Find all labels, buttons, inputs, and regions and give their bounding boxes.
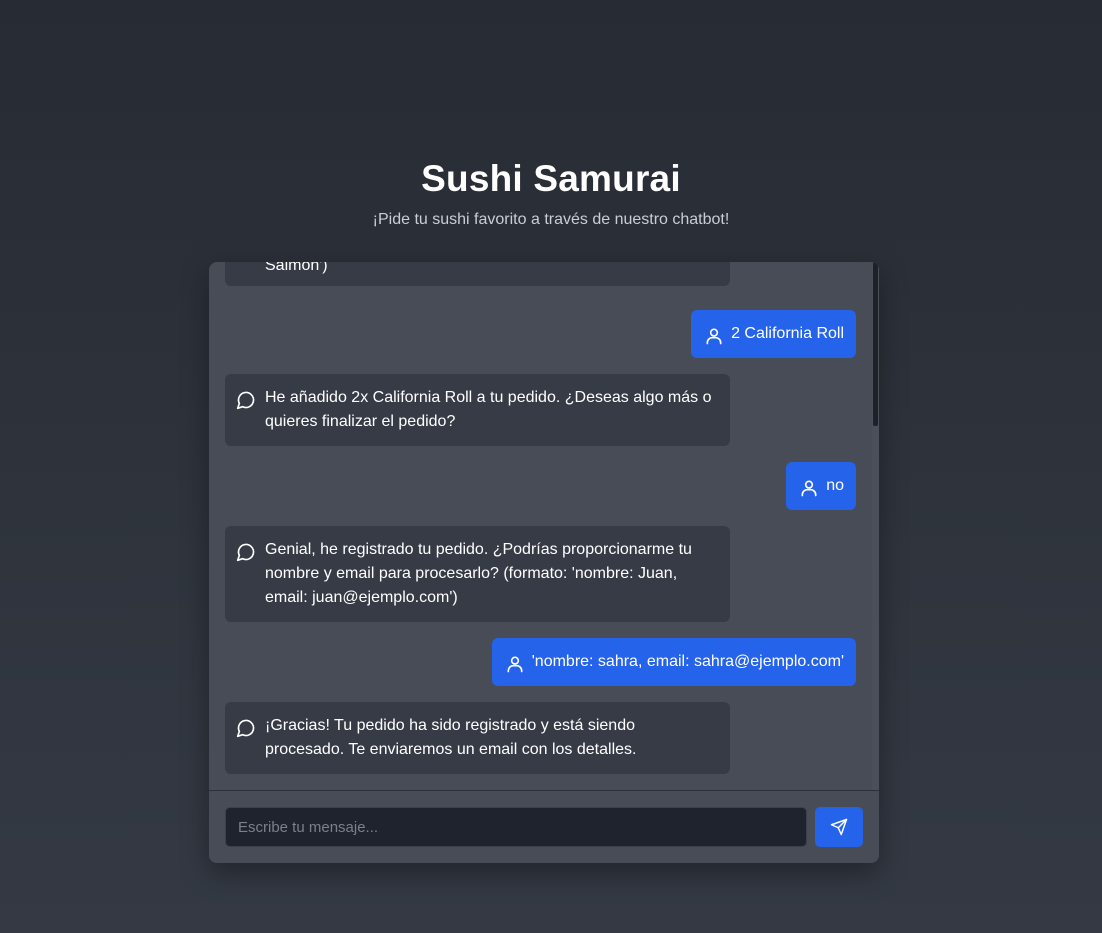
message-input[interactable] — [225, 807, 807, 847]
user-message: 'nombre: sahra, email: sahra@ejemplo.com… — [491, 638, 856, 686]
chat-bubble-icon — [236, 391, 255, 410]
user-icon — [706, 328, 722, 345]
user-icon — [801, 480, 817, 497]
bot-message: He añadido 2x California Roll a tu pedid… — [225, 374, 730, 446]
send-button[interactable] — [815, 807, 863, 847]
user-message: no — [786, 462, 856, 510]
scrollbar-thumb[interactable] — [873, 262, 878, 426]
user-message-text: 'nombre: sahra, email: sahra@ejemplo.com… — [531, 653, 844, 670]
chat-bubble-icon — [236, 719, 255, 738]
bot-message-text: Genial, he registrado tu pedido. ¿Podría… — [265, 541, 692, 606]
page-subtitle: ¡Pide tu sushi favorito a través de nues… — [372, 211, 730, 228]
user-message-text: 2 California Roll — [731, 325, 844, 342]
bot-message-text: He añadido 2x California Roll a tu pedid… — [265, 389, 712, 430]
user-message: 2 California Roll — [691, 310, 856, 358]
page-header: Sushi Samurai ¡Pide tu sushi favorito a … — [0, 157, 1102, 230]
message-list[interactable]: Salmón') 2 California Roll He añadido 2x… — [209, 262, 879, 790]
bot-message-text: Salmón') — [265, 262, 328, 274]
bot-message-text: ¡Gracias! Tu pedido ha sido registrado y… — [265, 717, 637, 758]
send-icon — [830, 818, 848, 836]
bot-message: ¡Gracias! Tu pedido ha sido registrado y… — [225, 702, 730, 774]
chat-bubble-icon — [236, 543, 255, 562]
chat-window: Salmón') 2 California Roll He añadido 2x… — [209, 262, 879, 863]
page-title: Sushi Samurai — [421, 158, 681, 199]
scrollbar-track[interactable] — [872, 262, 879, 790]
user-icon — [507, 656, 523, 673]
bot-message: Genial, he registrado tu pedido. ¿Podría… — [225, 526, 730, 622]
user-message-text: no — [826, 477, 844, 494]
bot-message: Salmón') — [225, 262, 730, 286]
message-composer — [209, 790, 879, 863]
